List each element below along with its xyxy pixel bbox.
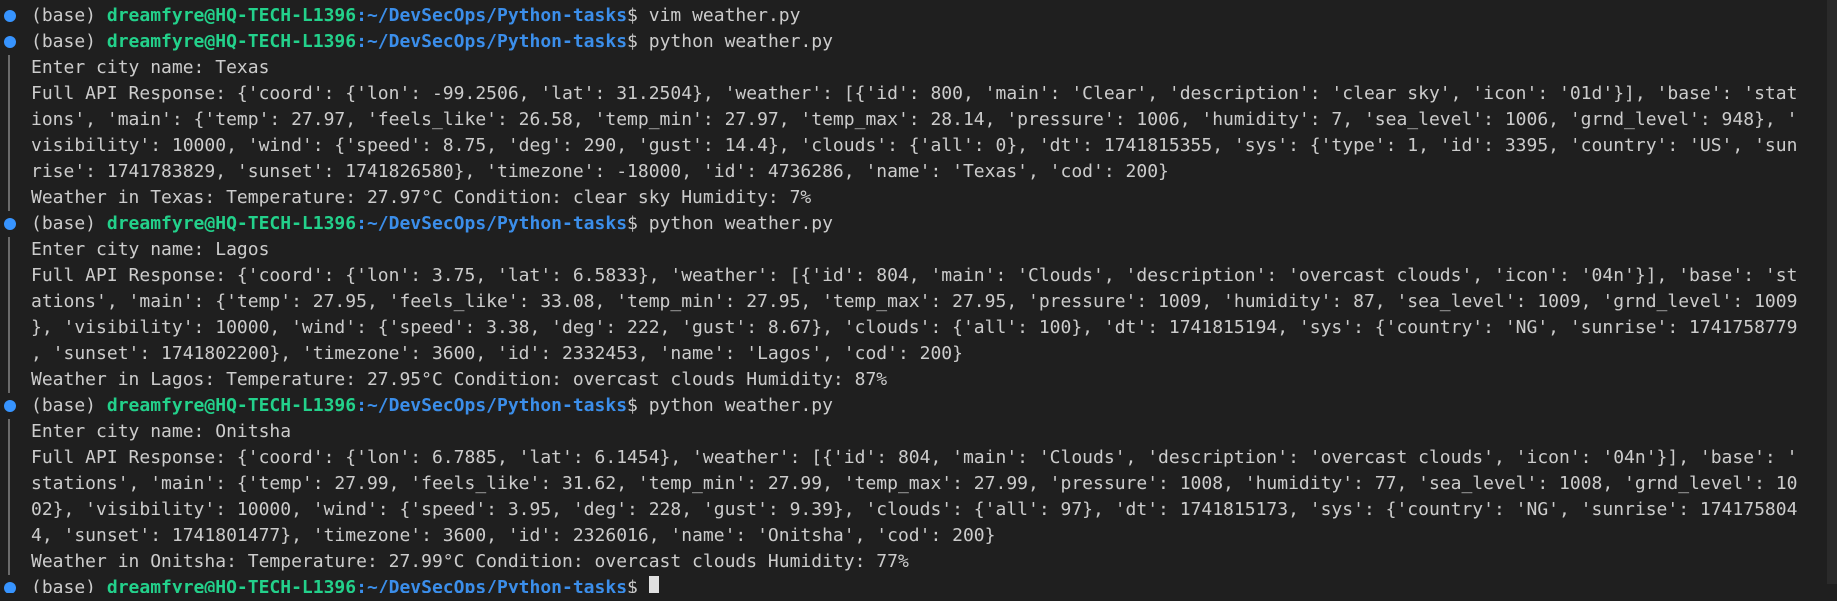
prompt-env: (base) bbox=[31, 5, 107, 26]
output-line: Weather in Onitsha: Temperature: 27.99°C… bbox=[0, 549, 1837, 575]
output-text: Weather in Texas: Temperature: 27.97°C C… bbox=[31, 187, 812, 208]
output-text: 02}, 'visibility': 10000, 'wind': {'spee… bbox=[31, 499, 1798, 520]
output-text: Full API Response: {'coord': {'lon': -99… bbox=[31, 83, 1798, 104]
prompt-user-host: dreamfyre@HQ-TECH-L1396 bbox=[106, 395, 357, 416]
output-line: visibility': 10000, 'wind': {'speed': 8.… bbox=[0, 133, 1837, 159]
prompt-path: :~/DevSecOps/Python-tasks bbox=[356, 31, 628, 52]
prompt-path: :~/DevSecOps/Python-tasks bbox=[356, 395, 628, 416]
prompt-env: (base) bbox=[31, 577, 107, 598]
output-text: Enter city name: Lagos bbox=[31, 239, 270, 260]
output-gutter-bar bbox=[8, 107, 10, 133]
output-line: Enter city name: Lagos bbox=[0, 237, 1837, 263]
command-text: vim weather.py bbox=[648, 5, 801, 26]
prompt-env: (base) bbox=[31, 395, 107, 416]
output-text: Weather in Lagos: Temperature: 27.95°C C… bbox=[31, 369, 888, 390]
prompt-line: (base) dreamfyre@HQ-TECH-L1396:~/DevSecO… bbox=[0, 575, 1837, 598]
output-line: stations', 'main': {'temp': 27.99, 'feel… bbox=[0, 471, 1837, 497]
prompt-user-host: dreamfyre@HQ-TECH-L1396 bbox=[106, 577, 357, 598]
output-gutter-bar bbox=[8, 159, 10, 185]
output-line: ions', 'main': {'temp': 27.97, 'feels_li… bbox=[0, 107, 1837, 133]
command-text: python weather.py bbox=[648, 395, 833, 416]
output-line: Weather in Texas: Temperature: 27.97°C C… bbox=[0, 185, 1837, 211]
prompt-symbol: $ bbox=[627, 213, 649, 234]
output-text: ations', 'main': {'temp': 27.95, 'feels_… bbox=[31, 291, 1798, 312]
output-text: Full API Response: {'coord': {'lon': 6.7… bbox=[31, 447, 1798, 468]
prompt-symbol: $ bbox=[627, 31, 649, 52]
output-gutter-bar bbox=[8, 419, 10, 445]
output-text: 4, 'sunset': 1741801477}, 'timezone': 36… bbox=[31, 525, 996, 546]
output-gutter-bar bbox=[8, 315, 10, 341]
output-text: ions', 'main': {'temp': 27.97, 'feels_li… bbox=[31, 109, 1798, 130]
command-text: python weather.py bbox=[648, 31, 833, 52]
prompt-symbol: $ bbox=[627, 395, 649, 416]
output-line: 4, 'sunset': 1741801477}, 'timezone': 36… bbox=[0, 523, 1837, 549]
output-gutter-bar bbox=[8, 549, 10, 575]
prompt-env: (base) bbox=[31, 31, 107, 52]
output-line: }, 'visibility': 10000, 'wind': {'speed'… bbox=[0, 315, 1837, 341]
terminal-scrollbar[interactable] bbox=[1827, 0, 1837, 584]
prompt-path: :~/DevSecOps/Python-tasks bbox=[356, 577, 628, 598]
output-line: rise': 1741783829, 'sunset': 1741826580}… bbox=[0, 159, 1837, 185]
prompt-path: :~/DevSecOps/Python-tasks bbox=[356, 5, 628, 26]
prompt-path: :~/DevSecOps/Python-tasks bbox=[356, 213, 628, 234]
prompt-symbol: $ bbox=[627, 577, 649, 598]
output-gutter-bar bbox=[8, 497, 10, 523]
command-text: python weather.py bbox=[648, 213, 833, 234]
output-gutter-bar bbox=[8, 263, 10, 289]
output-gutter-bar bbox=[8, 237, 10, 263]
output-text: Enter city name: Onitsha bbox=[31, 421, 292, 442]
command-decoration-icon[interactable] bbox=[4, 218, 16, 230]
command-decoration-icon[interactable] bbox=[4, 400, 16, 412]
output-line: Full API Response: {'coord': {'lon': 3.7… bbox=[0, 263, 1837, 289]
output-text: Full API Response: {'coord': {'lon': 3.7… bbox=[31, 265, 1798, 286]
output-text: stations', 'main': {'temp': 27.99, 'feel… bbox=[31, 473, 1798, 494]
output-gutter-bar bbox=[8, 445, 10, 471]
prompt-env: (base) bbox=[31, 213, 107, 234]
command-decoration-icon[interactable] bbox=[4, 10, 16, 22]
command-decoration-icon[interactable] bbox=[4, 36, 16, 48]
prompt-line: (base) dreamfyre@HQ-TECH-L1396:~/DevSecO… bbox=[0, 393, 1837, 419]
prompt-line: (base) dreamfyre@HQ-TECH-L1396:~/DevSecO… bbox=[0, 29, 1837, 55]
output-line: Full API Response: {'coord': {'lon': -99… bbox=[0, 81, 1837, 107]
prompt-user-host: dreamfyre@HQ-TECH-L1396 bbox=[106, 213, 357, 234]
output-gutter-bar bbox=[8, 341, 10, 367]
output-text: Enter city name: Texas bbox=[31, 57, 270, 78]
output-line: Enter city name: Texas bbox=[0, 55, 1837, 81]
output-line: 02}, 'visibility': 10000, 'wind': {'spee… bbox=[0, 497, 1837, 523]
output-line: Enter city name: Onitsha bbox=[0, 419, 1837, 445]
prompt-line: (base) dreamfyre@HQ-TECH-L1396:~/DevSecO… bbox=[0, 211, 1837, 237]
output-gutter-bar bbox=[8, 55, 10, 81]
prompt-user-host: dreamfyre@HQ-TECH-L1396 bbox=[106, 31, 357, 52]
output-line: Full API Response: {'coord': {'lon': 6.7… bbox=[0, 445, 1837, 471]
output-line: ations', 'main': {'temp': 27.95, 'feels_… bbox=[0, 289, 1837, 315]
prompt-symbol: $ bbox=[627, 5, 649, 26]
output-gutter-bar bbox=[8, 523, 10, 549]
output-gutter-bar bbox=[8, 289, 10, 315]
prompt-user-host: dreamfyre@HQ-TECH-L1396 bbox=[106, 5, 357, 26]
output-gutter-bar bbox=[8, 471, 10, 497]
output-text: }, 'visibility': 10000, 'wind': {'speed'… bbox=[31, 317, 1798, 338]
output-text: , 'sunset': 1741802200}, 'timezone': 360… bbox=[31, 343, 963, 364]
output-text: visibility': 10000, 'wind': {'speed': 8.… bbox=[31, 135, 1798, 156]
output-line: Weather in Lagos: Temperature: 27.95°C C… bbox=[0, 367, 1837, 393]
terminal-output[interactable]: (base) dreamfyre@HQ-TECH-L1396:~/DevSecO… bbox=[0, 3, 1837, 601]
prompt-line: (base) dreamfyre@HQ-TECH-L1396:~/DevSecO… bbox=[0, 3, 1837, 29]
terminal-cursor bbox=[648, 576, 659, 593]
output-gutter-bar bbox=[8, 367, 10, 393]
output-text: rise': 1741783829, 'sunset': 1741826580}… bbox=[31, 161, 1169, 182]
output-line: , 'sunset': 1741802200}, 'timezone': 360… bbox=[0, 341, 1837, 367]
output-text: Weather in Onitsha: Temperature: 27.99°C… bbox=[31, 551, 909, 572]
output-gutter-bar bbox=[8, 133, 10, 159]
output-gutter-bar bbox=[8, 81, 10, 107]
output-gutter-bar bbox=[8, 185, 10, 211]
